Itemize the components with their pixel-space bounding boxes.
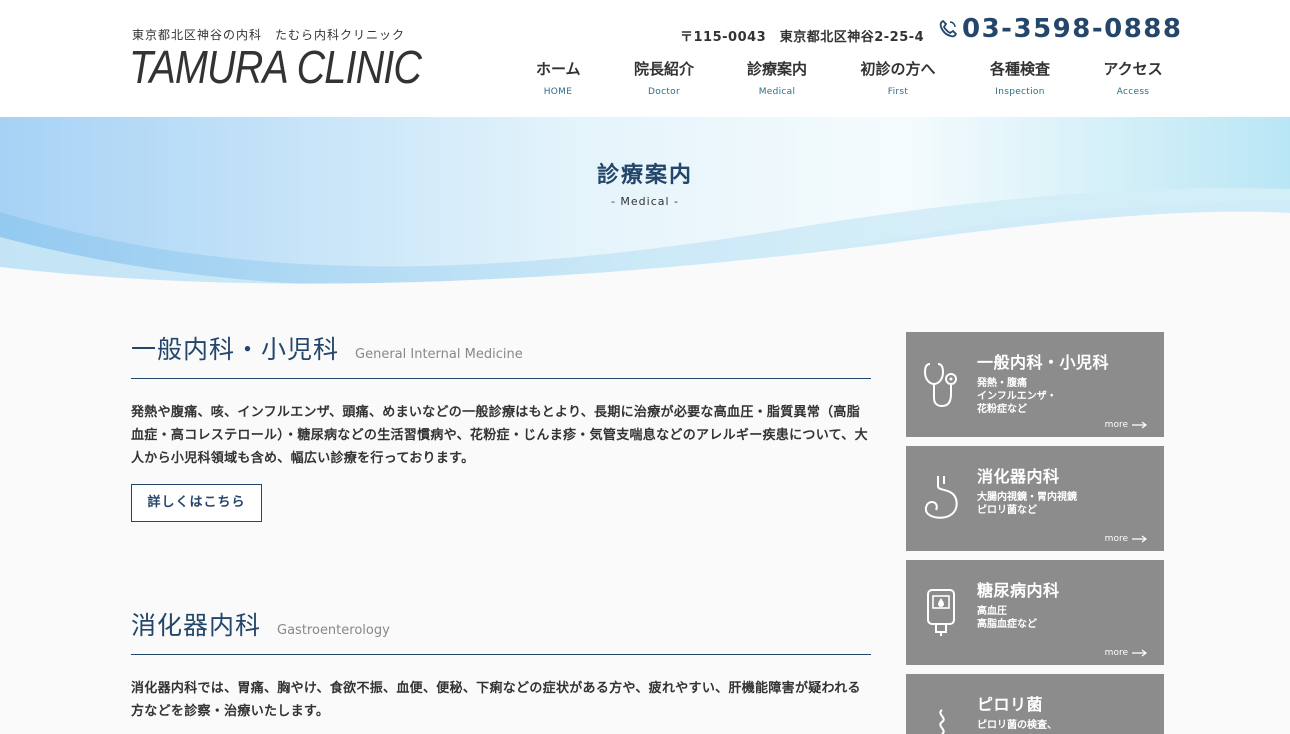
nav-sublabel: First	[887, 87, 909, 97]
bacteria-icon	[939, 709, 945, 734]
nav-label: 初診の方へ	[860, 60, 936, 78]
nav-label: 院長紹介	[634, 60, 695, 78]
card-line: 高血圧	[977, 606, 1007, 617]
section-title: 一般内科・小児科	[131, 335, 340, 364]
card-title: 糖尿病内科	[977, 581, 1060, 600]
card-more-link[interactable]: more	[1105, 420, 1148, 430]
nav-first[interactable]: 初診の方へ First	[860, 58, 936, 97]
main-nav: ホーム HOME 院長紹介 Doctor 診療案内 Medical 初診の方へ …	[0, 58, 1290, 98]
page-title: 診療案内	[596, 163, 693, 188]
card-line: インフルエンザ・	[977, 391, 1057, 402]
nav-inspection[interactable]: 各種検査 Inspection	[989, 58, 1051, 97]
section-heading: 一般内科・小児科 General Internal Medicine	[131, 330, 871, 379]
card-more-link[interactable]: more	[1105, 534, 1148, 544]
card-description: 高血圧 高脂血症など	[977, 605, 1147, 631]
nav-sublabel: Doctor	[648, 87, 680, 97]
sidebar-card-diabetes[interactable]: 糖尿病内科 高血圧 高脂血症など more	[906, 560, 1164, 665]
section-title: 消化器内科	[131, 611, 262, 640]
nav-label: ホーム	[536, 60, 581, 78]
section-body: 発熱や腹痛、咳、インフルエンザ、頭痛、めまいなどの一般診療はもとより、長期に治療…	[131, 405, 868, 466]
card-description: 大腸内視鏡・胃内視鏡 ピロリ菌など	[977, 491, 1147, 517]
phone-number[interactable]: 03-3598-0888	[962, 14, 1183, 44]
nav-home[interactable]: ホーム HOME	[536, 58, 581, 97]
card-title: 一般内科・小児科	[977, 353, 1110, 372]
section-general-medicine: 一般内科・小児科 General Internal Medicine 発熱や腹痛…	[131, 330, 871, 522]
details-button[interactable]: 詳しくはこちら	[131, 484, 262, 522]
card-line: 花粉症など	[977, 404, 1027, 415]
nav-sublabel: HOME	[543, 87, 573, 97]
card-description: 発熱・腹痛 インフルエンザ・ 花粉症など	[977, 377, 1147, 416]
section-subtitle: General Internal Medicine	[355, 347, 523, 362]
card-title: 消化器内科	[977, 467, 1060, 486]
phone-icon	[939, 19, 958, 38]
nav-access[interactable]: アクセス Access	[1103, 58, 1163, 97]
nav-sublabel: Inspection	[995, 87, 1045, 97]
clinic-address: 〒115-0043 東京都北区神谷2-25-4	[680, 30, 925, 45]
section-heading: 消化器内科 Gastroenterology	[131, 606, 871, 655]
card-line: 高脂血症など	[977, 619, 1037, 630]
stomach-icon	[924, 476, 958, 519]
nav-sublabel: Access	[1116, 87, 1150, 97]
arrow-right-icon	[1132, 421, 1147, 429]
sidebar-card-pylori[interactable]: ピロリ菌 ピロリ菌の検査、	[906, 674, 1164, 734]
nav-label: 各種検査	[989, 60, 1050, 78]
card-line: ピロリ菌など	[977, 505, 1037, 516]
nav-medical[interactable]: 診療案内 Medical	[747, 58, 807, 97]
glucose-meter-icon	[927, 589, 955, 636]
arrow-right-icon	[1132, 535, 1147, 543]
page-hero: 診療案内 - Medical -	[0, 117, 1290, 292]
section-body: 消化器内科では、胃痛、胸やけ、食欲不振、血便、便秘、下痢などの症状がある方や、疲…	[131, 681, 861, 719]
nav-sublabel: Medical	[758, 87, 796, 97]
more-label: more	[1104, 420, 1128, 430]
card-more-link[interactable]: more	[1105, 648, 1148, 658]
stethoscope-icon	[923, 363, 957, 408]
card-line: 大腸内視鏡・胃内視鏡	[977, 492, 1077, 503]
section-gastroenterology: 消化器内科 Gastroenterology 消化器内科では、胃痛、胸やけ、食欲…	[131, 606, 871, 723]
more-label: more	[1104, 534, 1128, 544]
arrow-right-icon	[1132, 649, 1147, 657]
card-description: ピロリ菌の検査、	[977, 719, 1147, 732]
card-line: 発熱・腹痛	[977, 378, 1027, 389]
nav-label: 診療案内	[747, 60, 808, 78]
sidebar-card-general[interactable]: 一般内科・小児科 発熱・腹痛 インフルエンザ・ 花粉症など more	[906, 332, 1164, 437]
nav-label: アクセス	[1103, 60, 1163, 78]
section-subtitle: Gastroenterology	[277, 623, 390, 638]
phone-contact[interactable]: 03-3598-0888	[938, 14, 1183, 44]
card-title: ピロリ菌	[977, 695, 1044, 714]
more-label: more	[1104, 648, 1128, 658]
site-header: 東京都北区神谷の内科 たむら内科クリニック TAMURA CLINIC 〒115…	[0, 0, 1290, 117]
sidebar-card-gastro[interactable]: 消化器内科 大腸内視鏡・胃内視鏡 ピロリ菌など more	[906, 446, 1164, 551]
card-line: ピロリ菌の検査、	[977, 720, 1057, 731]
page-subtitle: - Medical -	[610, 195, 680, 208]
nav-doctor[interactable]: 院長紹介 Doctor	[634, 58, 694, 97]
